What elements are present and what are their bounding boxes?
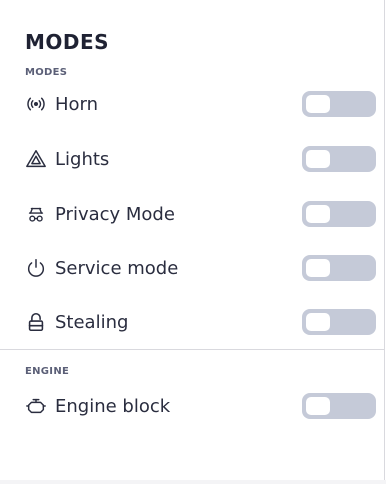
mode-label-service: Service mode: [55, 257, 179, 279]
panel-title: MODES: [25, 30, 110, 54]
mode-label-privacy: Privacy Mode: [55, 203, 175, 225]
mode-label-horn: Horn: [55, 93, 99, 115]
warning-triangle-icon: [24, 147, 48, 171]
mode-row-horn: Horn: [24, 87, 376, 121]
service-mode-toggle[interactable]: [302, 255, 376, 281]
mode-row-engine-block: Engine block: [24, 389, 376, 423]
lock-icon: [24, 310, 48, 334]
mode-row-stealing: Stealing: [24, 305, 376, 339]
toggle-knob: [306, 397, 330, 415]
section-label-engine: ENGINE: [25, 366, 70, 377]
toggle-knob: [306, 150, 330, 168]
modes-panel: MODES MODES Horn Lights Privacy Mode Ser…: [0, 0, 385, 484]
privacy-mode-toggle[interactable]: [302, 201, 376, 227]
engine-block-toggle[interactable]: [302, 393, 376, 419]
horn-toggle[interactable]: [302, 91, 376, 117]
mode-row-privacy: Privacy Mode: [24, 197, 376, 231]
toggle-knob: [306, 95, 330, 113]
power-icon: [24, 256, 48, 280]
mode-label-stealing: Stealing: [55, 311, 129, 333]
mode-label-lights: Lights: [55, 148, 110, 170]
section-divider: [0, 349, 385, 350]
stealing-toggle[interactable]: [302, 309, 376, 335]
bottom-strip: [0, 480, 386, 484]
horn-icon: [24, 92, 48, 116]
mode-label-engine-block: Engine block: [55, 395, 171, 417]
lights-toggle[interactable]: [302, 146, 376, 172]
mode-row-service: Service mode: [24, 251, 376, 285]
section-label-modes: MODES: [25, 67, 68, 78]
mode-row-lights: Lights: [24, 142, 376, 176]
toggle-knob: [306, 313, 330, 331]
toggle-knob: [306, 205, 330, 223]
engine-icon: [24, 394, 48, 418]
privacy-icon: [24, 202, 48, 226]
toggle-knob: [306, 259, 330, 277]
